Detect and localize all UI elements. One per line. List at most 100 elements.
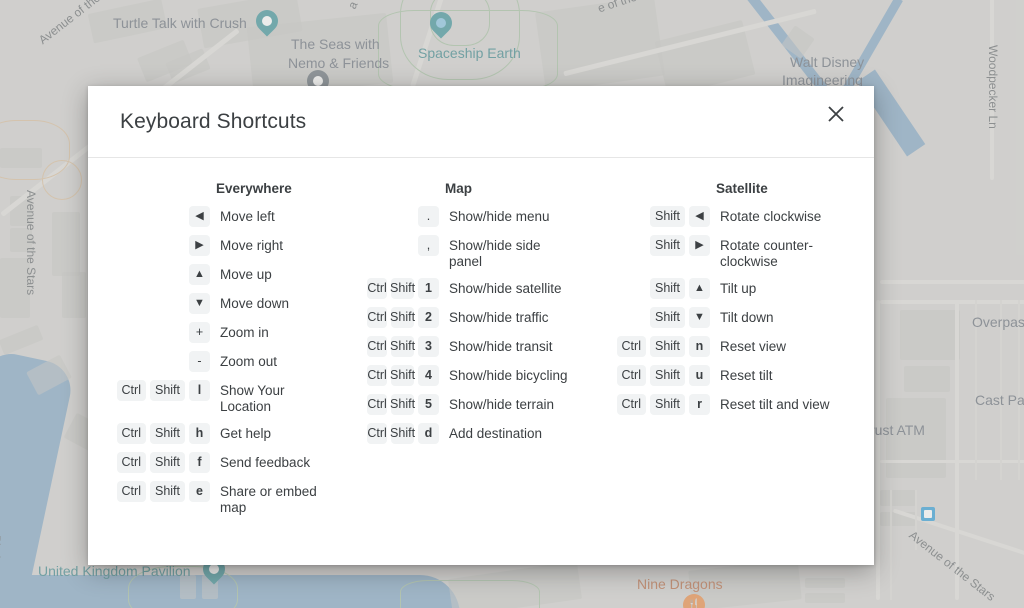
dialog-header: Keyboard Shortcuts [88,86,874,158]
key-chip: Ctrl [116,423,146,444]
map-label: Turtle Talk with Crush [113,15,247,31]
map-road [876,300,880,600]
shortcut-keys: Ctrl Shift r [606,394,710,415]
map-label[interactable]: Spaceship Earth [418,45,521,61]
key-chip: Ctrl [367,365,388,386]
key-chip: Shift [390,336,415,357]
column-heading-everywhere: Everywhere [216,181,292,196]
map-green-area [400,580,540,608]
shortcut-row: + Zoom in [104,322,363,343]
key-chip: 3 [418,336,439,357]
shortcut-keys: Ctrl Shift u [606,365,710,386]
shortcut-row: Ctrl Shift h Get help [104,423,363,444]
shortcut-keys: Shift ◀ [606,206,710,227]
key-chip: ◀ [689,206,710,227]
column-heading-map: Map [445,181,472,196]
shortcut-row: ▶ Move right [104,235,363,256]
map-transit-icon[interactable] [921,507,935,521]
map-label: Blvd [0,535,3,559]
key-chip: 2 [418,307,439,328]
shortcut-keys: Shift ▼ [606,307,710,328]
shortcut-row: Ctrl Shift e Share or embed map [104,481,363,516]
map-building [880,490,916,506]
shortcut-keys: Ctrl Shift e [104,481,210,502]
map-pin-spaceship-earth[interactable] [425,7,457,42]
shortcut-keys: , [363,235,439,256]
shortcut-row: Ctrl Shift 3 Show/hide transit [363,336,606,357]
key-chip: Shift [390,307,415,328]
map-label: orts [0,575,3,596]
shortcut-row: Shift ▼ Tilt down [606,307,874,328]
map-road [955,300,959,600]
shortcut-label: Show/hide traffic [449,310,549,325]
shortcut-keys: Ctrl Shift 3 [363,336,439,357]
shortcut-row: Ctrl Shift 5 Show/hide terrain [363,394,606,415]
map-building [886,398,946,478]
shortcut-row: ◀ Move left [104,206,363,227]
shortcut-keys: ◀ [104,206,210,227]
map-green-area [42,160,82,200]
key-chip: Ctrl [616,394,646,415]
map-building [805,578,845,588]
shortcut-row: Ctrl Shift d Add destination [363,423,606,444]
map-label: The Seas with [291,36,380,52]
shortcut-label: Add destination [449,426,543,441]
shortcut-row: - Zoom out [104,351,363,372]
shortcut-label: Show/hide transit [449,339,553,354]
key-chip: 5 [418,394,439,415]
shortcut-keys: . [363,206,439,227]
key-chip: ◀ [189,206,210,227]
key-chip: r [689,394,710,415]
shortcut-label: Move right [220,238,284,253]
shortcut-label: Reset view [720,339,787,354]
shortcut-keys: Ctrl Shift d [363,423,439,444]
shortcut-row: Ctrl Shift 4 Show/hide bicycling [363,365,606,386]
shortcut-keys: Ctrl Shift n [606,336,710,357]
shortcut-label: Show/hide menu [449,209,550,224]
key-chip: Shift [649,278,685,299]
key-chip: Ctrl [367,307,388,328]
key-chip: Ctrl [367,423,388,444]
shortcut-keys: Ctrl Shift 5 [363,394,439,415]
column-heading-satellite: Satellite [716,181,768,196]
shortcut-keys: Ctrl Shift 2 [363,307,439,328]
key-chip: , [418,235,439,256]
map-road [880,460,1024,463]
map-label: Cast Pa [975,392,1024,408]
shortcut-column-everywhere: Everywhere ◀ Move left ▶ Move right ▲ Move up ▼… [88,158,363,565]
shortcut-keys: ▼ [104,293,210,314]
shortcut-label: Move down [220,296,290,311]
shortcut-row: , Show/hide side panel [363,235,606,270]
map-building [52,212,80,276]
shortcut-label: Reset tilt [720,368,773,383]
map-label[interactable]: Nine Dragons [637,576,723,592]
key-chip: Shift [149,423,185,444]
map-label[interactable]: United Kingdom Pavilion [38,563,191,579]
shortcut-keys: Shift ▲ [606,278,710,299]
key-chip: u [689,365,710,386]
map-label: rust ATM [870,422,925,438]
key-chip: Shift [649,206,685,227]
shortcut-keys: Ctrl Shift 1 [363,278,439,299]
key-chip: Shift [149,452,185,473]
shortcut-keys: Ctrl Shift f [104,452,210,473]
map-road [880,280,1024,284]
shortcut-label: Show/hide terrain [449,397,555,412]
shortcut-row: Shift ▲ Tilt up [606,278,874,299]
key-chip: Shift [149,380,185,401]
page-title: Keyboard Shortcuts [120,109,307,133]
key-chip: ▼ [189,293,210,314]
shortcut-row: Ctrl Shift l Show Your Location [104,380,363,415]
close-button[interactable] [814,92,858,136]
shortcut-label: Tilt down [720,310,774,325]
key-chip: Shift [649,336,685,357]
map-building [904,366,950,392]
shortcut-label: Rotate clockwise [720,209,822,224]
map-pin-turtle-talk[interactable] [251,5,283,40]
key-chip: Ctrl [616,365,646,386]
key-chip: Ctrl [616,336,646,357]
shortcut-keys: Ctrl Shift 4 [363,365,439,386]
map-label: Avenue of the Stars [24,190,38,296]
key-chip: Shift [390,278,415,299]
shortcut-label: Show/hide satellite [449,281,562,296]
